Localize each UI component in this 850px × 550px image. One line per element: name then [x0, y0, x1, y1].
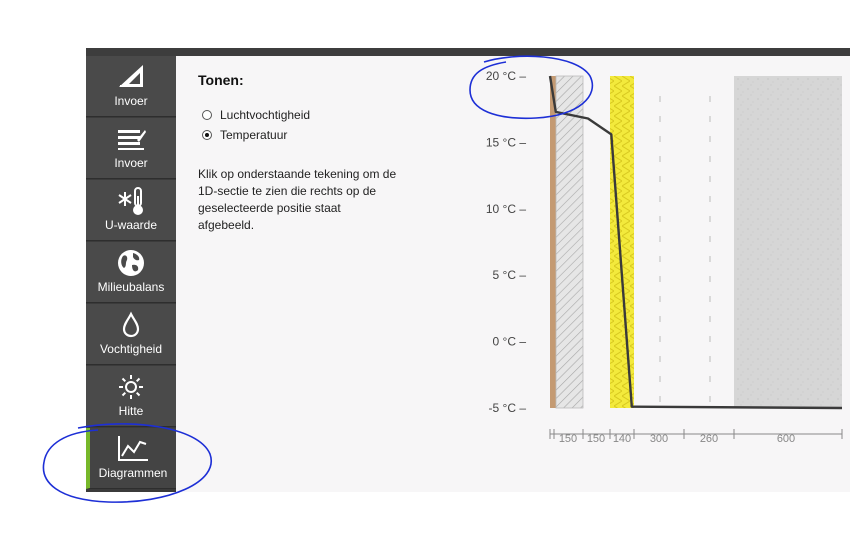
y-tick-label: -5 °C –	[489, 401, 527, 415]
sidebar-item-label: Milieubalans	[97, 280, 165, 294]
sidebar-item-invoer-layers[interactable]: Invoer	[86, 118, 176, 179]
x-axis: 150 150 140 300 260 600	[549, 429, 843, 445]
layer-insulation	[610, 76, 634, 408]
option-temperatuur[interactable]: Temperatuur	[202, 128, 287, 142]
y-tick-label: 15 °C –	[486, 135, 526, 149]
sidebar-item-label: Invoer	[114, 156, 148, 170]
y-tick-label: 5 °C –	[493, 268, 527, 282]
option-label: Temperatuur	[220, 128, 288, 142]
x-thickness-label: 140	[613, 433, 631, 445]
radio-luchtvochtigheid[interactable]	[202, 110, 212, 120]
panel-title: Tonen:	[198, 72, 244, 88]
sidebar-item-hitte[interactable]: Hitte	[86, 366, 176, 427]
annotation-circle-diagrammen	[42, 423, 213, 503]
set-square-ruler-icon	[86, 62, 176, 92]
y-tick-label: 10 °C –	[486, 202, 526, 216]
snowflake-thermometer-icon	[86, 186, 176, 216]
sidebar-item-u-waarde[interactable]: U-waarde	[86, 180, 176, 241]
radio-temperatuur[interactable]	[202, 130, 212, 140]
annotation-circle-20c	[469, 55, 594, 120]
globe-icon	[86, 248, 176, 278]
x-thickness-label: 300	[650, 433, 668, 445]
layer-concrete	[734, 76, 842, 408]
wall-layers[interactable]	[550, 75, 842, 409]
x-thickness-label: 260	[700, 433, 718, 445]
sidebar-item-milieubalans[interactable]: Milieubalans	[86, 242, 176, 303]
sun-icon	[86, 372, 176, 402]
help-text: Klik op onderstaande tekening om de 1D-s…	[198, 167, 397, 232]
sidebar-item-invoer-geometry[interactable]: Invoer	[86, 56, 176, 117]
y-tick-label: 0 °C –	[493, 335, 527, 349]
option-label: Luchtvochtigheid	[220, 108, 311, 122]
layer-hatched	[556, 76, 583, 408]
sidebar-item-label: U-waarde	[104, 218, 158, 232]
layer-wood	[550, 76, 556, 408]
x-thickness-label: 150	[587, 433, 605, 445]
layers-list-icon	[86, 124, 176, 154]
x-thickness-label: 600	[777, 433, 795, 445]
sidebar-item-label: Vochtigheid	[99, 342, 163, 356]
sidebar-item-label: Hitte	[118, 404, 144, 418]
x-thickness-label: 150	[559, 433, 577, 445]
option-luchtvochtigheid[interactable]: Luchtvochtigheid	[202, 108, 310, 122]
droplet-icon	[86, 310, 176, 340]
sidebar-item-vochtigheid[interactable]: Vochtigheid	[86, 304, 176, 365]
sidebar-item-label: Invoer	[114, 94, 148, 108]
